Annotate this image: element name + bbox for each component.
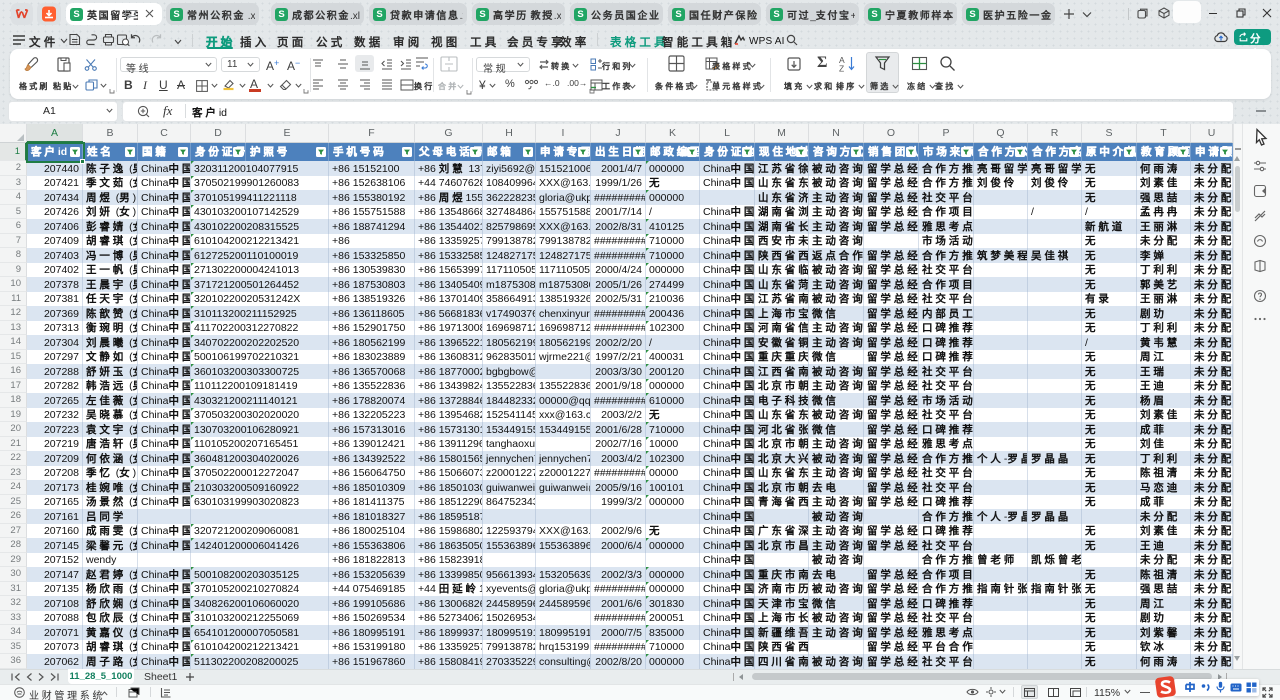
svg-text:Z: Z <box>839 64 844 73</box>
